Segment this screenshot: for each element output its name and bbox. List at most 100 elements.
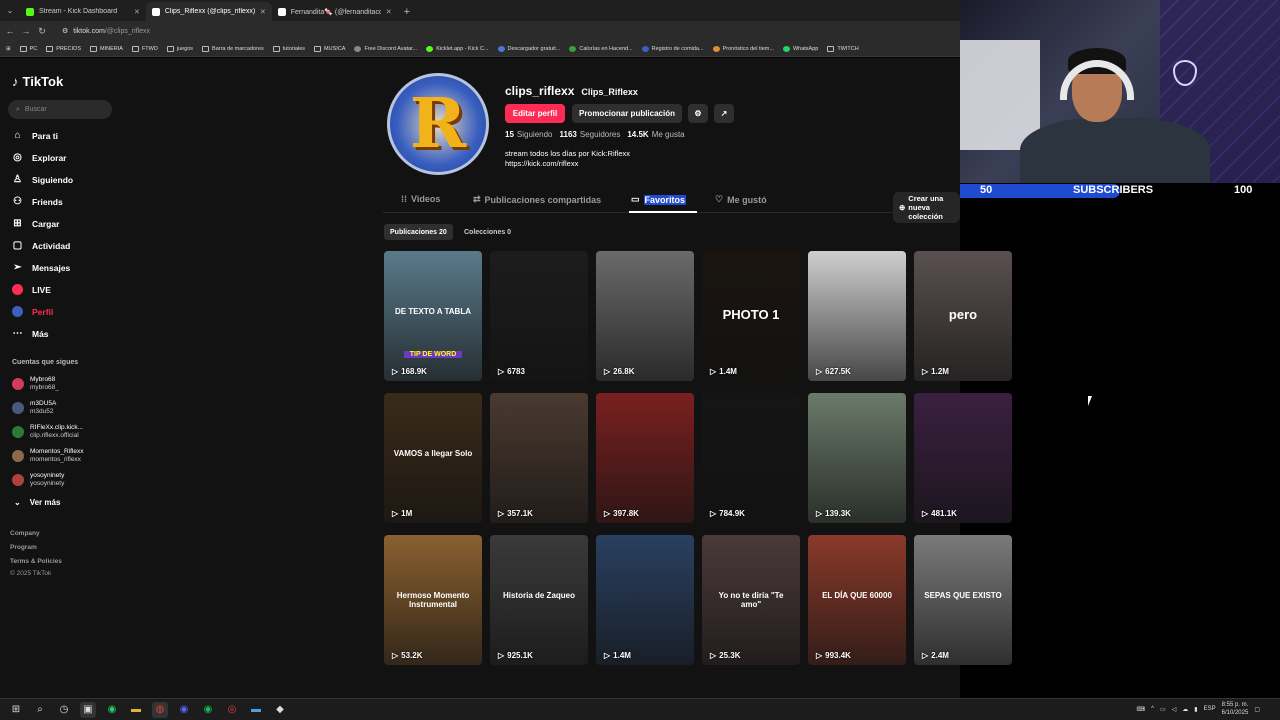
reload-icon[interactable]: ↻ <box>36 26 48 37</box>
following-account[interactable]: RIFleXx.clip.kick... clip.riflexx.officia… <box>12 424 83 440</box>
bookmark[interactable]: PRECIOS <box>46 45 81 52</box>
monitor-icon[interactable]: ▭ <box>1160 706 1166 713</box>
video-thumbnail[interactable]: VAMOS a llegar Solo ▷ 1M <box>384 393 482 523</box>
nav-actividad[interactable]: ▢ Actividad <box>12 240 71 251</box>
following-account[interactable]: Momentos_Riflexx momentos_riflexx <box>12 448 83 464</box>
video-thumbnail[interactable]: ▷ 6783 <box>490 251 588 381</box>
clock-app-icon[interactable]: ◷ <box>56 702 72 718</box>
url-input[interactable]: ⚙ tiktok.com/@clips_riflexx <box>54 24 159 38</box>
video-thumbnail[interactable]: ▷ 139.3K <box>808 393 906 523</box>
tab-reposts[interactable]: ⇄ Publicaciones compartidas <box>473 194 601 205</box>
close-tab-icon[interactable]: ✕ <box>386 8 392 16</box>
following-account[interactable]: m3DU5A m3du52 <box>12 400 56 416</box>
video-thumbnail[interactable]: PHOTO 1 ▷ 1.4M <box>702 251 800 381</box>
video-thumbnail[interactable]: ▷ 1.4M <box>596 535 694 665</box>
keyboard-icon[interactable]: ⌨ <box>1137 706 1146 713</box>
following-count[interactable]: 15 Siguiendo <box>505 130 553 139</box>
video-thumbnail[interactable]: ▷ 481.1K <box>914 393 1012 523</box>
nav-friends[interactable]: ⚇ Friends <box>12 196 63 207</box>
bookmark[interactable]: MINERIA <box>90 45 123 52</box>
video-thumbnail[interactable]: EL DÍA QUE 60000 ▷ 993.4K <box>808 535 906 665</box>
browser-tab[interactable]: Fernandita🍬 (@fernanditacqs ✕ <box>272 2 398 21</box>
bookmark[interactable]: Barra de marcadores <box>202 45 264 52</box>
nav-para-ti[interactable]: ⌂ Para ti <box>12 130 58 141</box>
forward-icon[interactable]: → <box>20 26 32 36</box>
tab-videos[interactable]: ⁞⁞ Videos <box>401 194 440 204</box>
file-explorer-icon[interactable]: ▬ <box>128 702 144 718</box>
discord-icon[interactable]: ◉ <box>176 702 192 718</box>
bookmark[interactable]: PC <box>19 45 37 52</box>
nav-siguiendo[interactable]: ♙ Siguiendo <box>12 174 73 185</box>
bookmark[interactable]: juegos <box>166 45 193 52</box>
bookmark[interactable]: WhatsApp <box>782 45 818 52</box>
bookmark[interactable]: Free Discord Avatar... <box>354 45 417 52</box>
edit-profile-button[interactable]: Editar perfil <box>505 104 565 123</box>
search-input[interactable]: ⌕ Buscar <box>8 100 112 119</box>
tab-search-icon[interactable]: ⌄ <box>0 0 20 21</box>
chrome-icon[interactable]: ◍ <box>152 701 168 718</box>
clock[interactable]: 8:55 p. m. 6/10/2025 <box>1222 701 1249 717</box>
video-thumbnail[interactable]: DE TEXTO A TABLA TIP DE WORD ▷ 168.9K <box>384 251 482 381</box>
site-info-icon[interactable]: ⚙ <box>62 27 68 35</box>
apps-icon[interactable]: ⊞ <box>6 46 11 52</box>
nav-live[interactable]: LIVE <box>12 284 51 295</box>
bookmark[interactable]: FTWD <box>131 45 158 52</box>
bookmark[interactable]: Pronóstico del tiem... <box>712 45 774 52</box>
footer-link-program[interactable]: Program <box>10 544 37 551</box>
nav-mas[interactable]: ⋯ Más <box>12 328 49 339</box>
bookmark[interactable]: MUSICA <box>314 45 345 52</box>
share-icon[interactable]: ↗ <box>714 104 734 123</box>
video-thumbnail[interactable]: ▷ 357.1K <box>490 393 588 523</box>
back-icon[interactable]: ← <box>4 26 16 36</box>
following-account[interactable]: Mybro68 mybro68_ <box>12 376 59 392</box>
promote-button[interactable]: Promocionar publicación <box>572 104 682 123</box>
following-account[interactable]: yosoyninety yosoyninety <box>12 472 64 488</box>
followers-count[interactable]: 1163 Seguidores <box>560 130 621 139</box>
volume-icon[interactable]: ◁ <box>1172 706 1177 713</box>
new-collection-button[interactable]: ⊕ Crear una nueva colección <box>893 192 960 223</box>
subtab-collections[interactable]: Colecciones 0 <box>458 224 517 240</box>
subtab-posts[interactable]: Publicaciones 20 <box>384 224 453 240</box>
video-thumbnail[interactable]: Historia de Zaqueo ▷ 925.1K <box>490 535 588 665</box>
video-thumbnail[interactable]: ▷ 627.5K <box>808 251 906 381</box>
see-more-button[interactable]: ⌄ Ver más <box>14 498 60 507</box>
chevron-up-icon[interactable]: ^ <box>1151 706 1154 712</box>
settings-icon[interactable]: ⚙ <box>688 104 708 123</box>
battery-icon[interactable]: ▮ <box>1194 706 1197 713</box>
footer-link-company[interactable]: Company <box>10 530 40 537</box>
video-thumbnail[interactable]: ▷ 784.9K <box>702 393 800 523</box>
whatsapp-icon[interactable]: ◉ <box>104 702 120 718</box>
bookmark[interactable]: tutoriales <box>272 45 305 52</box>
bio-link[interactable]: https://kick.com/riflexx <box>505 159 630 169</box>
bookmark[interactable]: Descargador gratuit... <box>497 45 560 52</box>
windows-start-icon[interactable]: ⊞ <box>8 702 24 718</box>
cloud-icon[interactable]: ☁ <box>1182 706 1188 713</box>
bookmark[interactable]: Calorías en Hacend... <box>569 45 633 52</box>
browser-tab[interactable]: Stream - Kick Dashboard ✕ <box>20 2 146 21</box>
video-thumbnail[interactable]: ▷ 397.8K <box>596 393 694 523</box>
nav-cargar[interactable]: ⊞ Cargar <box>12 218 59 229</box>
nav-perfil[interactable]: Perfil <box>12 306 53 317</box>
video-thumbnail[interactable]: Yo no te diría "Te amo" ▷ 25.3K <box>702 535 800 665</box>
new-tab-icon[interactable]: + <box>398 2 416 21</box>
tiktok-logo[interactable]: ♪ TikTok <box>12 74 63 89</box>
tab-favoritos[interactable]: ▭ Favoritos <box>631 194 687 205</box>
tab-liked[interactable]: ♡ Me gustó <box>715 194 767 205</box>
bookmark[interactable]: Kicklet.app - Kick C... <box>426 45 489 52</box>
nav-explorar[interactable]: ◎ Explorar <box>12 152 66 163</box>
video-thumbnail[interactable]: Hermoso Momento Instrumental ▷ 53.2K <box>384 535 482 665</box>
search-icon[interactable]: ⌕ <box>32 702 48 718</box>
profile-avatar[interactable]: R <box>387 73 489 175</box>
close-tab-icon[interactable]: ✕ <box>134 8 140 16</box>
video-thumbnail[interactable]: ▷ 26.8K <box>596 251 694 381</box>
close-tab-icon[interactable]: ✕ <box>260 8 266 16</box>
notification-icon[interactable]: ▢ <box>1254 706 1260 713</box>
nav-mensajes[interactable]: ➢ Mensajes <box>12 262 70 273</box>
app-icon[interactable]: ▬ <box>248 702 264 718</box>
footer-link-terms[interactable]: Terms & Policies <box>10 558 62 565</box>
obs-icon[interactable]: ◎ <box>224 702 240 718</box>
bookmark[interactable]: TWITCH <box>827 45 859 52</box>
language-indicator[interactable]: ESP <box>1204 706 1216 712</box>
browser-tab-active[interactable]: Clips_Riflexx (@clips_riflexx) | Ti ✕ <box>145 2 272 21</box>
app-icon[interactable]: ▣ <box>80 701 96 718</box>
